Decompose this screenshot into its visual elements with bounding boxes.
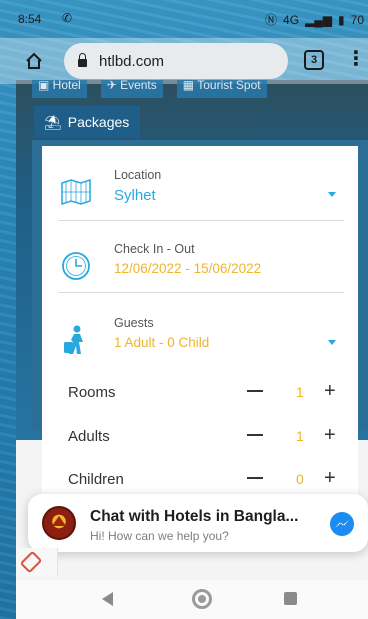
status-indicators: Ⓝ 4G ▂▄▆ ▮ 70 [265, 11, 364, 28]
side-widget[interactable] [16, 548, 58, 576]
tab-events[interactable]: ✈ Events [100, 80, 163, 98]
children-increment-button[interactable]: + [324, 468, 336, 488]
guest-counter-panel: Rooms 1 + Adults 1 + Children 0 + [42, 362, 358, 497]
location-value: Sylhet [114, 187, 156, 204]
nfc-icon: Ⓝ [265, 13, 278, 27]
guests-value: 1 Adult - 0 Child [114, 335, 210, 350]
recent-apps-icon[interactable] [284, 592, 297, 605]
packages-icon: ⛱ [44, 113, 62, 130]
checkin-label: Check In - Out [114, 242, 195, 256]
battery-level: 70 [350, 12, 364, 27]
checkin-field[interactable]: Check In - Out 12/06/2022 - 15/06/2022 [58, 242, 344, 294]
lock-icon [78, 52, 87, 67]
system-nav-bar [16, 580, 368, 619]
children-label: Children [68, 471, 124, 488]
adults-decrement-button[interactable] [247, 434, 263, 436]
network-label: 4G [283, 12, 300, 27]
tab-hotel[interactable]: ▣ Hotel [32, 80, 87, 98]
chevron-down-icon [328, 340, 336, 345]
chevron-down-icon [328, 192, 336, 197]
signal-icon: ▂▄▆ [305, 12, 333, 27]
messenger-icon[interactable] [330, 512, 354, 536]
person-luggage-icon [58, 322, 94, 358]
map-icon: ▦ [182, 80, 198, 92]
laravel-icon [19, 550, 43, 574]
browser-toolbar: htlbd.com 3 ⋮ [0, 38, 368, 84]
map-icon [58, 174, 94, 210]
rooms-value: 1 [296, 384, 304, 400]
guests-label: Guests [114, 316, 154, 330]
location-label: Location [114, 168, 162, 182]
hotel-logo-avatar [42, 506, 76, 540]
search-form: Location Sylhet Check In - Out 12/06/202… [42, 146, 358, 362]
adults-value: 1 [296, 428, 304, 444]
rooms-increment-button[interactable]: + [324, 381, 336, 401]
divider [58, 220, 344, 221]
plane-icon: ✈ [106, 80, 121, 92]
children-decrement-button[interactable] [247, 477, 263, 479]
status-bar: 8:54 ✆ Ⓝ 4G ▂▄▆ ▮ 70 [0, 0, 368, 38]
adults-increment-button[interactable]: + [324, 425, 336, 445]
tab-packages-label: Packages [67, 114, 130, 130]
hotel-icon: ▣ [38, 80, 53, 92]
divider [58, 292, 344, 293]
battery-icon: ▮ [338, 12, 345, 27]
children-row: Children 0 + [42, 459, 358, 499]
tab-packages[interactable]: ⛱ Packages [34, 106, 140, 138]
chat-widget[interactable]: Chat with Hotels in Bangla... Hi! How ca… [28, 494, 368, 552]
url-text: htlbd.com [99, 52, 165, 70]
rooms-row: Rooms 1 + [42, 372, 358, 412]
status-time: 8:54 [18, 12, 42, 26]
category-tabs: ▣ Hotel ✈ Events ▦ Tourist Spot [32, 80, 267, 98]
wifi-calling-icon: ✆ [62, 11, 73, 25]
location-field[interactable]: Location Sylhet [58, 168, 344, 220]
rooms-label: Rooms [68, 384, 116, 401]
adults-row: Adults 1 + [42, 416, 358, 456]
more-options-icon[interactable]: ⋮ [346, 46, 366, 71]
tab-count: 3 [310, 54, 318, 66]
children-value: 0 [296, 471, 304, 487]
chat-subtitle: Hi! How can we help you? [90, 529, 229, 543]
home-circle-icon[interactable] [192, 589, 212, 609]
chat-title: Chat with Hotels in Bangla... [90, 508, 299, 525]
checkin-value: 12/06/2022 - 15/06/2022 [114, 261, 262, 276]
address-bar[interactable]: htlbd.com [64, 43, 288, 79]
rooms-decrement-button[interactable] [247, 390, 263, 392]
tab-switcher-button[interactable]: 3 [304, 50, 324, 70]
guests-field[interactable]: Guests 1 Adult - 0 Child [58, 316, 344, 362]
clock-icon [58, 248, 94, 284]
home-button[interactable] [12, 39, 56, 83]
back-icon[interactable] [102, 592, 113, 606]
adults-label: Adults [68, 428, 110, 445]
tab-tourist-spot[interactable]: ▦ Tourist Spot [176, 80, 267, 98]
home-icon [26, 52, 42, 69]
